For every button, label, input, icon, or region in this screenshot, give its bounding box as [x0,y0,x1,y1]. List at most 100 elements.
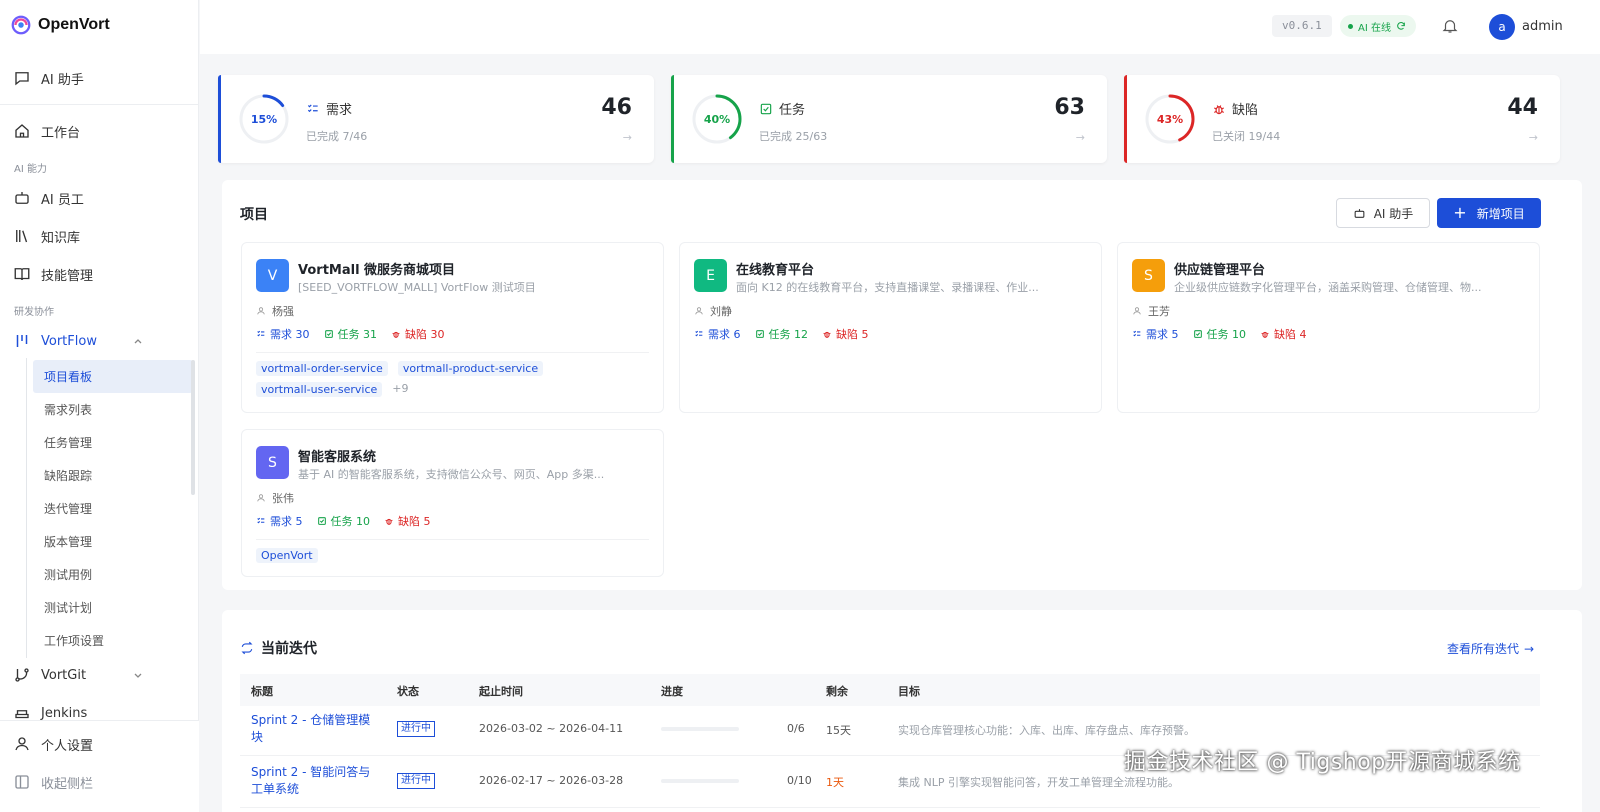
app-logo[interactable]: OpenVort [10,14,110,36]
link-text: 查看所有迭代 [1447,642,1520,656]
project-card[interactable]: S 供应链管理平台 企业级供应链数字化管理平台，涵盖采购管理、仓储管理、物...… [1117,242,1540,413]
chevron-up-icon[interactable] [133,336,143,346]
chevron-down-icon[interactable] [133,670,143,680]
percent-label: 15% [250,112,278,126]
project-name[interactable]: VortMall 微服务商城项目 [298,259,455,278]
project-name[interactable]: 在线教育平台 [736,259,814,278]
req-count[interactable]: 需求 5 [1132,326,1179,342]
section-label-ai: AI 能力 [14,164,47,175]
progress-text: 0/6 [787,722,805,735]
nav-label: 收起侧栏 [41,776,94,792]
project-name[interactable]: 智能客服系统 [298,446,376,465]
project-card[interactable]: V VortMall 微服务商城项目 [SEED_VORTFLOW_MALL] … [241,242,664,413]
stat-card-bugs[interactable]: 43% 缺陷 已关闭 19/44 44 → [1124,75,1560,163]
nav-skills[interactable]: 技能管理 [0,256,199,292]
nav-label: VortGit [41,667,87,683]
project-card[interactable]: S 智能客服系统 基于 AI 的智能客服系统，支持微信公众号、网页、App 多渠… [241,429,664,577]
nav-ai-assistant[interactable]: AI 助手 [0,60,199,96]
arrow-right-icon[interactable]: → [623,131,632,144]
status-dot-icon [1348,23,1353,29]
bug-count[interactable]: 缺陷 30 [391,326,445,342]
count-text: 任务 12 [768,328,809,341]
checkbox-icon [317,517,326,525]
nav-label: AI 助手 [41,72,84,88]
stat-card-tasks[interactable]: 40% 任务 已完成 25/63 63 → [671,75,1107,163]
list-check-icon [1133,330,1141,337]
more-tags[interactable]: +9 [392,382,408,397]
nav-vortflow[interactable]: VortFlow [0,323,199,359]
req-count[interactable]: 需求 30 [256,326,310,342]
sub-item-2[interactable]: 任务管理 [33,426,193,459]
task-count[interactable]: 任务 10 [317,513,371,529]
nav-collapse[interactable]: 收起侧栏 [0,764,199,800]
sub-item-5[interactable]: 版本管理 [33,525,193,558]
owner-name: 杨强 [272,305,294,318]
task-count[interactable]: 任务 31 [324,326,377,342]
stat-title-text: 缺陷 [1232,103,1259,118]
sub-item-1[interactable]: 需求列表 [33,393,193,426]
arrow-right-icon[interactable]: → [1529,131,1538,144]
repo-tag[interactable]: vortmall-order-service [256,361,388,376]
nav-workbench[interactable]: 工作台 [0,113,199,149]
sub-item-0[interactable]: 项目看板 [33,360,193,393]
iteration-link[interactable]: Sprint 2 - 仓储管理模块 [251,712,381,746]
req-count[interactable]: 需求 5 [256,513,303,529]
repo-tag[interactable]: vortmall-user-service [256,382,383,397]
percent-label: 43% [1156,112,1184,126]
stat-sub: 已关闭 19/44 [1212,130,1281,143]
watermark: 掘金技术社区 @ Tigshop开源商城系统 [1124,750,1521,775]
req-count[interactable]: 需求 6 [694,326,741,342]
bug-count[interactable]: 缺陷 5 [822,326,869,342]
sub-item-4[interactable]: 迭代管理 [33,492,193,525]
project-logo: S [1132,259,1165,292]
avatar[interactable]: a [1489,14,1515,40]
bug-count[interactable]: 缺陷 4 [1260,326,1307,342]
iteration-link[interactable]: Sprint 2 - 智能问答与工单系统 [251,764,381,798]
button-label: 新增项目 [1476,206,1525,221]
arrow-right-icon[interactable]: → [1076,131,1085,144]
stat-sub: 已完成 7/46 [306,130,368,143]
refresh-icon[interactable] [1396,21,1406,31]
add-project-button[interactable]: + 新增项目 [1437,198,1541,228]
sub-item-6[interactable]: 测试用例 [33,558,193,591]
nav-ai-employee[interactable]: AI 员工 [0,180,199,216]
project-desc: 基于 AI 的智能客服系统，支持微信公众号、网页、App 多渠... [298,468,605,481]
stat-card-requirements[interactable]: 15% 需求 已完成 7/46 46 → [218,75,654,163]
repo-tags: vortmall-order-service vortmall-product-… [256,361,651,397]
project-name[interactable]: 供应链管理平台 [1174,259,1265,278]
nav-label: VortFlow [41,333,97,349]
nav-vortgit[interactable]: VortGit [0,657,199,693]
projects-panel: 项目 AI 助手 + 新增项目 V VortMall 微服务商城项目 [SEED… [222,180,1582,590]
section-label-dev: 研发协作 [14,307,54,318]
col-remain: 剩余 [826,685,848,698]
task-count[interactable]: 任务 10 [1193,326,1246,342]
owner-name: 张伟 [272,492,294,505]
sub-item-3[interactable]: 缺陷跟踪 [33,459,193,492]
user-icon [695,307,703,315]
count-text: 需求 5 [270,515,303,528]
count-text: 任务 10 [330,515,371,528]
view-all-iterations-link[interactable]: 查看所有迭代 → [1447,640,1534,657]
sub-item-7[interactable]: 测试计划 [33,591,193,624]
book-icon [14,268,30,281]
robot-icon [1354,208,1365,218]
repo-tag[interactable]: vortmall-product-service [397,361,544,376]
nav-settings[interactable]: 个人设置 [0,726,199,762]
app-name: OpenVort [38,16,110,33]
ai-assistant-button[interactable]: AI 助手 [1336,198,1430,228]
bell-icon[interactable] [1441,17,1459,35]
count-text: 缺陷 30 [405,328,445,341]
project-owner: 张伟 [256,490,294,506]
count-text: 需求 5 [1146,328,1179,341]
username[interactable]: admin [1522,19,1563,34]
bug-count[interactable]: 缺陷 5 [384,513,431,529]
project-card[interactable]: E 在线教育平台 面向 K12 的在线教育平台，支持直播课堂、录播课程、作业..… [679,242,1102,413]
task-count[interactable]: 任务 12 [755,326,809,342]
ai-status-badge[interactable]: AI 在线 [1340,15,1416,37]
nav-knowledge[interactable]: 知识库 [0,218,199,254]
repo-tag[interactable]: OpenVort [256,548,318,563]
sub-item-8[interactable]: 工作项设置 [33,624,193,657]
list-check-icon [695,330,703,337]
sidebar-scrollbar[interactable] [191,360,195,495]
project-counts: 需求 6 任务 12 缺陷 5 [694,326,869,342]
